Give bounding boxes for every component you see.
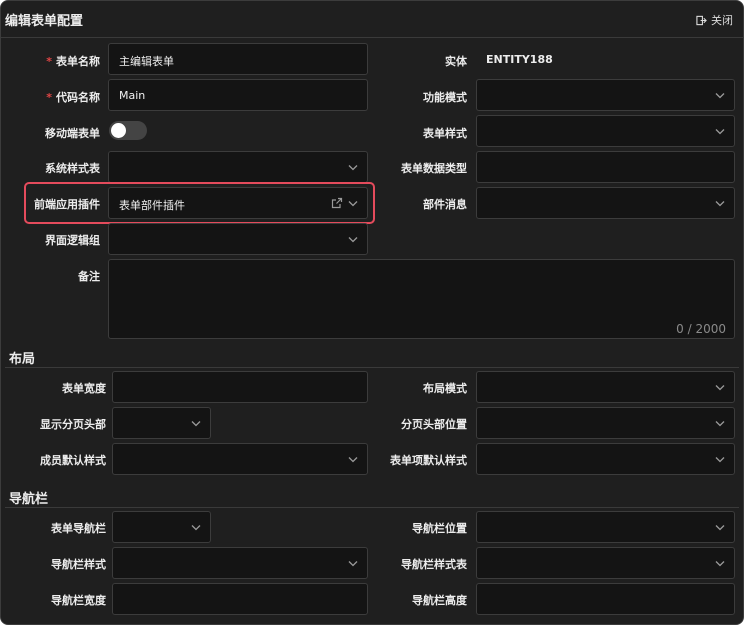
section-divider bbox=[5, 367, 739, 368]
func-mode-label: 功能模式 bbox=[423, 91, 467, 104]
external-link-icon[interactable] bbox=[331, 197, 343, 209]
form-name-label: * 表单名称 bbox=[46, 55, 100, 68]
func-mode-select[interactable] bbox=[476, 79, 735, 111]
section-divider bbox=[5, 507, 739, 508]
dialog-title: 编辑表单配置 bbox=[5, 14, 84, 29]
logic-group-label: 界面逻辑组 bbox=[45, 234, 100, 247]
required-mark: * bbox=[46, 91, 52, 104]
chevron-down-icon bbox=[714, 125, 726, 137]
frontend-plugin-value: 表单部件插件 bbox=[119, 199, 185, 212]
chevron-down-icon bbox=[714, 89, 726, 101]
nav-style-select[interactable] bbox=[112, 547, 368, 579]
system-style-label: 系统样式表 bbox=[45, 162, 100, 175]
entity-value: ENTITY188 bbox=[486, 53, 553, 66]
form-name-input[interactable]: 主编辑表单 bbox=[108, 43, 368, 75]
code-name-input[interactable]: Main bbox=[108, 79, 368, 111]
frontend-plugin-label: 前端应用插件 bbox=[34, 198, 100, 211]
form-nav-label: 表单导航栏 bbox=[51, 522, 106, 535]
form-width-label: 表单宽度 bbox=[62, 382, 106, 395]
chevron-down-icon bbox=[714, 453, 726, 465]
page-header-pos-select[interactable] bbox=[476, 407, 735, 439]
close-label: 关闭 bbox=[711, 14, 733, 27]
form-nav-select[interactable] bbox=[112, 511, 211, 543]
form-width-input[interactable] bbox=[112, 371, 368, 403]
chevron-down-icon bbox=[347, 197, 359, 209]
show-page-header-label: 显示分页头部 bbox=[40, 418, 106, 431]
mobile-form-label: 移动端表单 bbox=[45, 127, 100, 140]
chevron-down-icon bbox=[347, 233, 359, 245]
nav-width-label: 导航栏宽度 bbox=[51, 594, 106, 607]
chevron-down-icon bbox=[347, 453, 359, 465]
item-default-style-select[interactable] bbox=[476, 443, 735, 475]
layout-section-title: 布局 bbox=[9, 352, 36, 367]
form-data-type-input[interactable] bbox=[476, 151, 735, 183]
nav-pos-label: 导航栏位置 bbox=[412, 522, 467, 535]
required-mark: * bbox=[46, 55, 52, 68]
layout-mode-label: 布局模式 bbox=[423, 382, 467, 395]
remark-textarea[interactable]: 0 / 2000 bbox=[108, 259, 735, 339]
code-name-value: Main bbox=[119, 89, 146, 102]
chevron-down-icon bbox=[714, 557, 726, 569]
show-page-header-select[interactable] bbox=[112, 407, 211, 439]
system-style-select[interactable] bbox=[108, 151, 368, 183]
part-message-label: 部件消息 bbox=[423, 198, 467, 211]
entity-label: 实体 bbox=[445, 55, 467, 68]
nav-width-input[interactable] bbox=[112, 583, 368, 615]
page-header-pos-label: 分页头部位置 bbox=[401, 418, 467, 431]
close-button[interactable]: 关闭 bbox=[696, 12, 733, 28]
chevron-down-icon bbox=[190, 521, 202, 533]
form-data-type-label: 表单数据类型 bbox=[401, 162, 467, 175]
nav-height-input[interactable] bbox=[476, 583, 735, 615]
nav-section-title: 导航栏 bbox=[9, 492, 49, 507]
logic-group-select[interactable] bbox=[108, 223, 368, 255]
toggle-knob bbox=[111, 123, 126, 138]
chevron-down-icon bbox=[714, 521, 726, 533]
item-default-style-label: 表单项默认样式 bbox=[390, 454, 467, 467]
code-name-label: * 代码名称 bbox=[46, 91, 100, 104]
layout-mode-select[interactable] bbox=[476, 371, 735, 403]
edit-form-dialog: 编辑表单配置 关闭 * 表单名称 主编辑表单 * 代码名称 Main 移动端表单 系… bbox=[0, 0, 744, 625]
sign-out-icon bbox=[696, 15, 707, 25]
member-default-style-select[interactable] bbox=[112, 443, 368, 475]
nav-pos-select[interactable] bbox=[476, 511, 735, 543]
nav-height-label: 导航栏高度 bbox=[412, 594, 467, 607]
form-style-label: 表单样式 bbox=[423, 127, 467, 140]
chevron-down-icon bbox=[347, 161, 359, 173]
chevron-down-icon bbox=[714, 381, 726, 393]
remark-counter: 0 / 2000 bbox=[676, 322, 726, 336]
form-style-select[interactable] bbox=[476, 115, 735, 147]
chevron-down-icon bbox=[347, 557, 359, 569]
nav-stylesheet-select[interactable] bbox=[476, 547, 735, 579]
chevron-down-icon bbox=[714, 197, 726, 209]
nav-style-label: 导航栏样式 bbox=[51, 558, 106, 571]
chevron-down-icon bbox=[714, 417, 726, 429]
chevron-down-icon bbox=[190, 417, 202, 429]
remark-label: 备注 bbox=[78, 270, 100, 283]
dialog-titlebar: 编辑表单配置 关闭 bbox=[1, 1, 743, 38]
part-message-select[interactable] bbox=[476, 187, 735, 219]
frontend-plugin-select[interactable]: 表单部件插件 bbox=[108, 187, 368, 219]
member-default-style-label: 成员默认样式 bbox=[40, 454, 106, 467]
nav-stylesheet-label: 导航栏样式表 bbox=[401, 558, 467, 571]
form-name-value: 主编辑表单 bbox=[119, 55, 174, 68]
mobile-form-toggle[interactable] bbox=[109, 121, 147, 140]
